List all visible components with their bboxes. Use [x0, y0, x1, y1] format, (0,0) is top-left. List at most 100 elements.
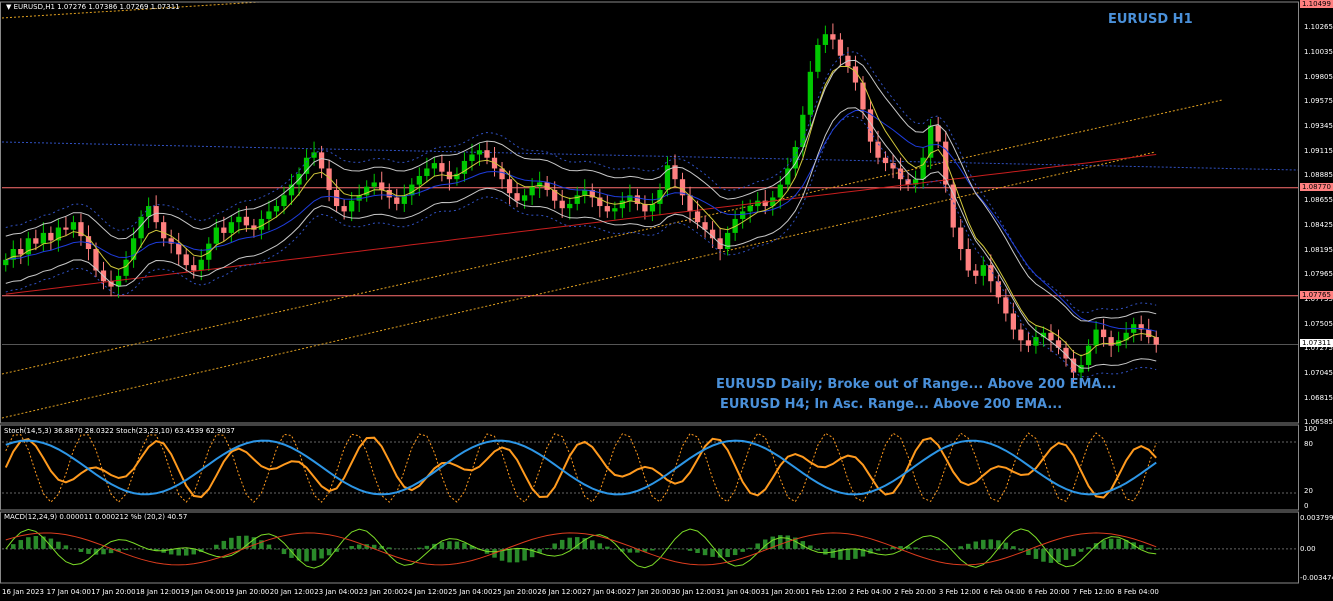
time-tick-label: 19 Jan 20:00: [225, 588, 270, 596]
time-tick-label: 27 Jan 04:00: [582, 588, 627, 596]
candle-body: [416, 175, 422, 185]
stochastic-pane[interactable]: [2, 432, 1298, 503]
macd-level-label: 0.00: [1300, 544, 1316, 553]
candle-body: [1033, 337, 1039, 346]
time-tick-label: 19 Jan 04:00: [180, 588, 225, 596]
candle-body: [529, 186, 535, 196]
macd-level-label: 0.003799: [1300, 514, 1333, 522]
candle-body: [973, 270, 979, 276]
time-tick-label: 8 Feb 04:00: [1117, 588, 1159, 596]
stoch-label: Stoch(14,5,3) 36.8870 28.0322 Stoch(23,2…: [4, 427, 235, 435]
main-price-pane[interactable]: [1, 1, 1299, 419]
candle-body: [559, 200, 565, 209]
time-tick-label: 17 Jan 20:00: [91, 588, 136, 596]
candle-body: [837, 39, 844, 56]
candle-body: [897, 168, 904, 180]
time-tick-label: 23 Jan 04:00: [314, 588, 359, 596]
ema-yellow-line: [5, 66, 1157, 357]
candle-body: [63, 227, 69, 230]
price-tick-label: 1.08885: [1304, 171, 1333, 180]
candle-body: [318, 152, 325, 169]
candle-body: [476, 150, 483, 155]
dropdown-arrow-icon[interactable]: ▼: [6, 3, 11, 11]
price-tick-label: 1.09115: [1304, 146, 1333, 155]
macd-label: MACD(12,24,9) 0.000011 0.000212 %b (20,2…: [4, 513, 188, 521]
time-tick-label: 3 Feb 12:00: [938, 588, 981, 596]
candle-body: [1100, 329, 1107, 338]
time-tick-label: 6 Feb 04:00: [983, 588, 1026, 596]
candle-body: [815, 44, 821, 72]
price-tick-label: 1.10035: [1304, 47, 1333, 56]
price-tick-label: 1.07045: [1304, 369, 1333, 378]
candle-body: [1048, 332, 1054, 341]
price-tick-label: 1.08655: [1304, 196, 1333, 205]
time-tick-label: 24 Jan 12:00: [403, 588, 448, 596]
candle-body: [161, 222, 167, 239]
candle-body: [582, 189, 588, 196]
candle-body: [183, 254, 189, 266]
annotation-daily: EURUSD Daily; Broke out of Range... Abov…: [716, 377, 1117, 392]
candle-body: [604, 206, 610, 212]
time-tick-label: 31 Jan 20:00: [760, 588, 805, 596]
candle-body: [33, 238, 39, 244]
candle-body: [1025, 340, 1032, 346]
candle-body: [506, 179, 513, 194]
chart-canvas[interactable]: [0, 0, 1333, 601]
time-tick-label: 18 Jan 12:00: [135, 588, 181, 596]
ema-blue-line: [5, 109, 1157, 332]
time-tick-label: 6 Feb 20:00: [1028, 588, 1070, 596]
chart-title: EURUSD H1: [1108, 12, 1193, 27]
candle-body: [747, 206, 753, 212]
candle-body: [1018, 329, 1024, 341]
price-tag: 1.10499: [1300, 0, 1333, 8]
candle-body: [484, 150, 490, 158]
candle-body: [958, 227, 964, 250]
candle-body: [130, 238, 137, 260]
macd-pane[interactable]: [2, 528, 1298, 569]
price-tick-label: 1.09345: [1304, 122, 1333, 131]
candle-body: [830, 34, 836, 40]
candle-body: [935, 125, 941, 142]
candle-body: [221, 227, 227, 233]
candle-body: [439, 163, 445, 172]
time-tick-label: 26 Jan 12:00: [537, 588, 582, 596]
candle-body: [303, 157, 310, 174]
candle-body: [567, 203, 573, 209]
candle-body: [807, 71, 813, 115]
macd-level-label: -0.003474: [1300, 574, 1333, 582]
candle-body: [1085, 345, 1092, 366]
candle-body: [281, 195, 287, 207]
candle-body: [740, 211, 746, 219]
candle-body: [965, 249, 971, 271]
candle-body: [213, 227, 219, 244]
candle-body: [1146, 329, 1152, 338]
candle-body: [424, 168, 430, 176]
time-tick-label: 17 Jan 04:00: [46, 588, 91, 596]
candle-body: [379, 182, 385, 190]
candle-body: [191, 265, 197, 271]
candle-body: [1093, 329, 1099, 346]
candle-body: [228, 222, 234, 233]
candle-body: [822, 34, 829, 45]
candle-body: [243, 216, 250, 226]
candle-body: [882, 157, 889, 164]
candle-body: [70, 222, 77, 230]
candle-body: [995, 281, 1001, 298]
annotation-h4: EURUSD H4; In Asc. Range... Above 200 EM…: [720, 397, 1063, 412]
time-tick-label: 7 Feb 12:00: [1072, 588, 1115, 596]
price-tick-label: 1.09805: [1304, 72, 1333, 81]
price-tick-label: 1.08425: [1304, 220, 1333, 229]
candle-body: [123, 259, 129, 276]
candle-body: [176, 243, 182, 255]
candle-body: [1010, 313, 1017, 330]
candle-body: [48, 232, 54, 241]
candle-body: [431, 163, 438, 169]
time-tick-label: 25 Jan 20:00: [492, 588, 538, 596]
candle-body: [521, 195, 528, 201]
candle-body: [311, 152, 317, 158]
candle-body: [18, 249, 24, 255]
candle-body: [649, 203, 656, 212]
price-tag: 1.07765: [1300, 290, 1333, 299]
candle-body: [394, 197, 400, 204]
candle-body: [514, 193, 520, 201]
